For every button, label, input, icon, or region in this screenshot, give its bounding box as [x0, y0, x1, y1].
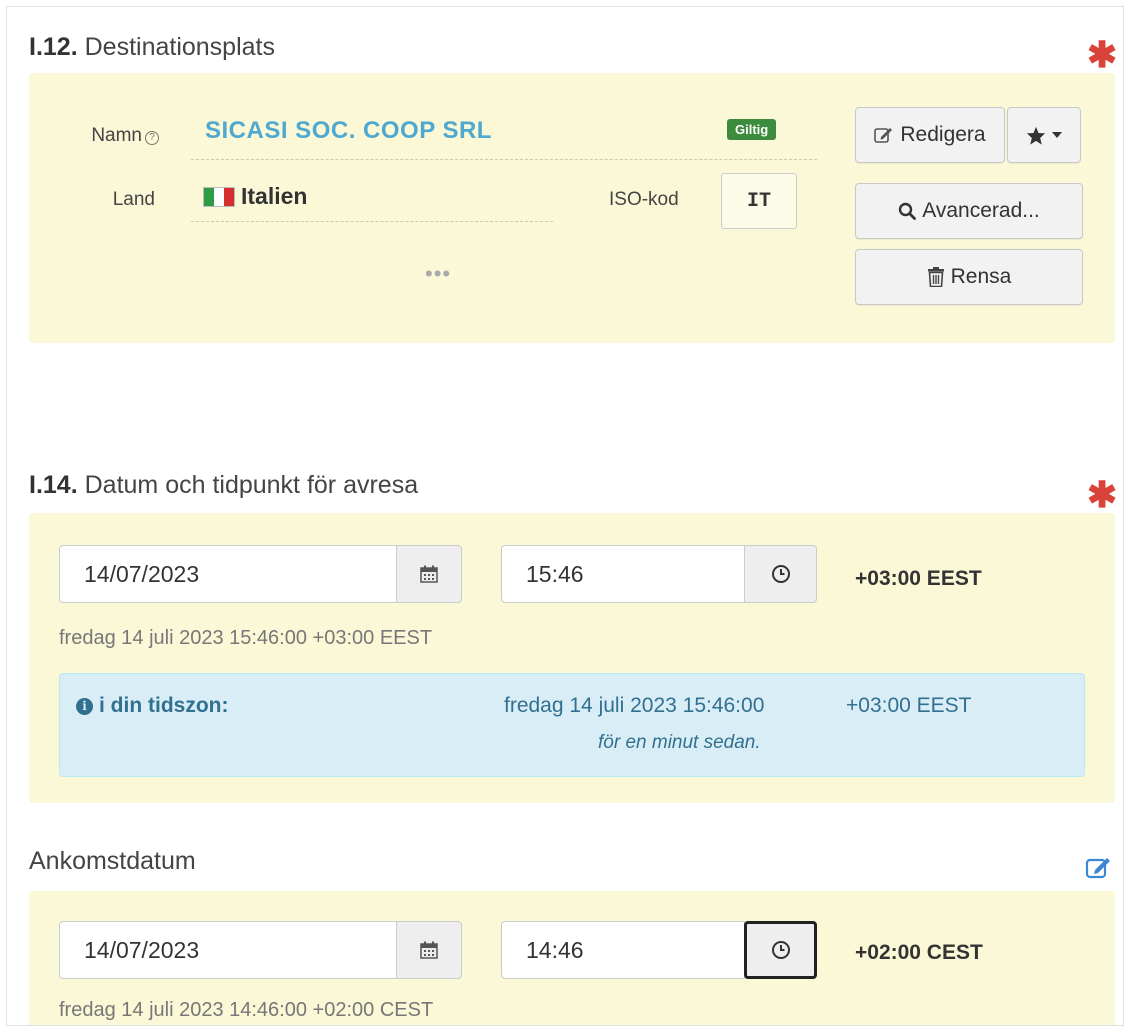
pencil-square-icon [874, 128, 893, 143]
required-asterisk-icon: ✱ [1087, 34, 1118, 75]
departure-description: fredag 14 juli 2023 15:46:00 +03:00 EEST [59, 627, 433, 649]
trash-icon [927, 267, 944, 287]
arrival-time-picker-button[interactable] [744, 921, 817, 979]
arrival-time-input[interactable]: 14:46 [501, 921, 745, 979]
caret-down-icon [1052, 132, 1062, 138]
country-value: Italien [203, 183, 307, 210]
section-title-text: Datum och tidpunkt för avresa [84, 471, 419, 499]
calendar-icon [420, 941, 438, 959]
departure-date-input[interactable]: 14/07/2023 [59, 545, 397, 603]
arrival-date-input[interactable]: 14/07/2023 [59, 921, 397, 979]
advanced-search-button[interactable]: Avancerad... [855, 183, 1083, 239]
info-relative-time: för en minut sedan. [598, 732, 761, 753]
section-title-destination: I.12. Destinationsplats [29, 33, 275, 62]
departure-timezone: +03:00 EEST [855, 567, 982, 590]
arrival-description: fredag 14 juli 2023 14:46:00 +02:00 CEST [59, 999, 434, 1021]
search-icon [899, 202, 917, 220]
help-icon[interactable]: ? [145, 131, 159, 145]
info-label-text: i din tidszon: [99, 694, 229, 717]
clock-icon [771, 565, 790, 583]
timezone-info-box: i i din tidszon: fredag 14 juli 2023 15:… [59, 673, 1085, 777]
italy-flag-icon [203, 186, 235, 207]
star-icon [1026, 126, 1046, 145]
iso-label: ISO-kod [609, 189, 679, 210]
destination-name-link[interactable]: SICASI SOC. COOP SRL [205, 117, 492, 145]
destination-panel: Namn? SICASI SOC. COOP SRL Giltig Land I… [29, 73, 1115, 343]
departure-panel: 14/07/2023 15:46 +03:00 EEST fredag 14 j… [29, 513, 1115, 803]
section-title-departure: I.14. Datum och tidpunkt för avresa [29, 471, 418, 500]
country-name: Italien [241, 183, 308, 209]
edit-button[interactable]: Redigera [855, 107, 1005, 163]
clear-button[interactable]: Rensa [855, 249, 1083, 305]
required-asterisk-icon: ✱ [1087, 474, 1118, 515]
more-ellipsis-icon[interactable]: ••• [425, 261, 451, 287]
edit-icon[interactable] [1085, 855, 1113, 879]
date-picker-button[interactable] [396, 545, 462, 603]
name-underline [191, 159, 817, 160]
favorites-dropdown-button[interactable] [1007, 107, 1081, 163]
departure-time-input[interactable]: 15:46 [501, 545, 745, 603]
advanced-button-label: Avancerad... [922, 199, 1040, 222]
form-frame: I.12. Destinationsplats ✱ Namn? SICASI S… [6, 6, 1124, 1026]
info-timezone: +03:00 EEST [846, 694, 972, 717]
info-circle-icon: i [76, 697, 93, 715]
info-datetime: fredag 14 juli 2023 15:46:00 [504, 694, 765, 717]
time-picker-button[interactable] [744, 545, 817, 603]
edit-button-label: Redigera [900, 123, 986, 146]
clock-icon [771, 941, 790, 959]
name-label-text: Namn [91, 125, 142, 146]
section-title-text: Destinationsplats [84, 33, 275, 61]
iso-code-field[interactable]: IT [721, 173, 797, 229]
clear-button-label: Rensa [950, 265, 1012, 288]
calendar-icon [420, 565, 438, 583]
arrival-panel: 14/07/2023 14:46 +02:00 CEST fredag 14 j… [29, 891, 1115, 1025]
status-badge: Giltig [727, 119, 777, 140]
arrival-date-picker-button[interactable] [396, 921, 462, 979]
section-number: I.12. [29, 33, 78, 61]
country-underline [191, 221, 553, 222]
name-label: Namn? [59, 125, 159, 147]
section-title-arrival: Ankomstdatum [29, 847, 196, 875]
arrival-timezone: +02:00 CEST [855, 941, 983, 964]
section-number: I.14. [29, 471, 78, 499]
country-label: Land [112, 189, 155, 210]
info-label: i i din tidszon: [76, 694, 228, 718]
